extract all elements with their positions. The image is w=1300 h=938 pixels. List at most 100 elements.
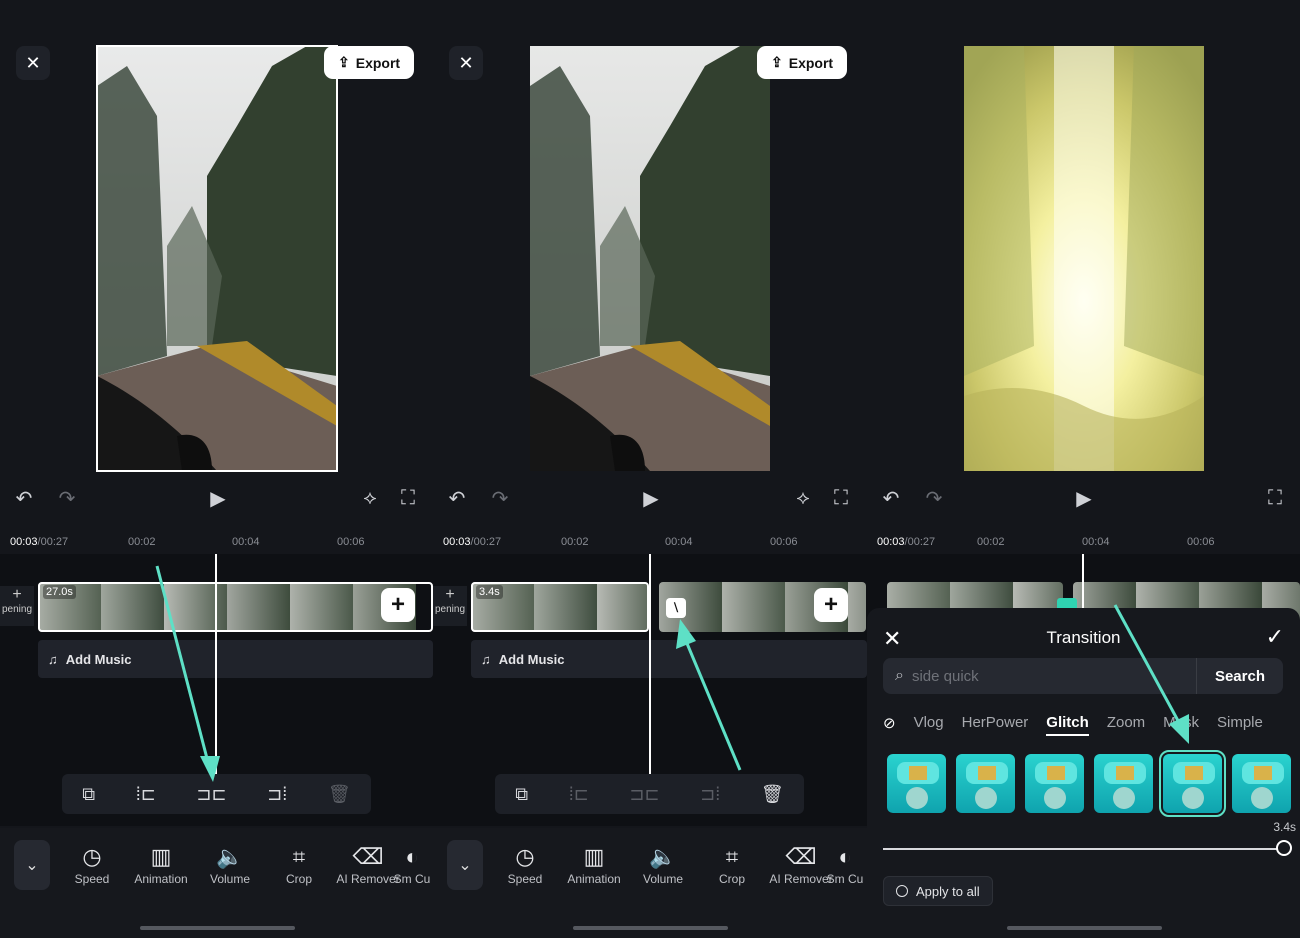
tick-label: 00:04 <box>232 536 260 548</box>
add-clip-button[interactable]: + <box>814 588 848 622</box>
video-frame[interactable] <box>964 46 1204 471</box>
speed-icon: ◷ <box>515 844 535 869</box>
collapse-button[interactable]: ⌄ <box>14 840 50 890</box>
video-frame[interactable] <box>96 45 338 472</box>
search-icon: ⌕ <box>895 667 904 684</box>
playhead[interactable] <box>1082 554 1084 608</box>
add-opening-button[interactable]: + pening <box>433 586 467 626</box>
export-button[interactable]: ⇪ Export <box>757 46 848 79</box>
redo-icon[interactable]: ↷ <box>55 486 79 510</box>
undo-icon[interactable]: ↶ <box>12 486 36 510</box>
close-button[interactable]: ✕ <box>16 46 50 80</box>
tick-label: 00:02 <box>561 536 589 548</box>
transition-thumbnail[interactable] <box>1025 754 1084 813</box>
timeline[interactable]: + pening 3.4s ⧵ + ♫ Add Music ⧉ ⁞⊏ ⊐⊏ ⊐⁞ 🗑 <box>433 554 867 826</box>
clip-edit-toolbar: ⧉ ⁞⊏ ⊐⊏ ⊐⁞ 🗑 <box>495 774 804 814</box>
home-indicator <box>1006 926 1162 930</box>
transition-thumbnail[interactable] <box>887 754 946 813</box>
none-icon[interactable]: ⊘ <box>883 714 896 736</box>
split-left-icon[interactable]: ⁞⊏ <box>569 784 589 805</box>
transition-thumbnail[interactable] <box>1094 754 1153 813</box>
chevron-down-icon: ⌄ <box>25 857 39 874</box>
smart-cutout-icon: ◐ <box>405 844 419 869</box>
magic-keyframe-icon[interactable]: ⟡ <box>357 486 383 510</box>
tick-label: 00:06 <box>770 536 798 548</box>
clip-thumbnail <box>534 582 597 632</box>
add-music-track[interactable]: ♫ Add Music <box>38 640 433 678</box>
play-icon[interactable]: ▶ <box>206 486 230 510</box>
split-right-icon[interactable]: ⊐⁞ <box>267 784 287 805</box>
fullscreen-icon[interactable]: ⛶ <box>396 486 420 510</box>
play-icon[interactable]: ▶ <box>1072 486 1096 510</box>
video-clip-selected[interactable]: 3.4s <box>471 582 649 632</box>
undo-icon[interactable]: ↶ <box>879 486 903 510</box>
add-opening-button[interactable]: + pening <box>0 586 34 626</box>
forest-road-image <box>530 46 770 471</box>
duration-slider[interactable] <box>883 840 1292 856</box>
close-button[interactable]: ✕ <box>449 46 483 80</box>
fullscreen-icon[interactable]: ⛶ <box>1263 486 1287 510</box>
crop-tool[interactable]: ⌗ Crop <box>264 844 334 886</box>
apply-to-all-button[interactable]: Apply to all <box>883 876 993 906</box>
transition-search: ⌕ side quick Search <box>883 658 1283 694</box>
clip-duration: 27.0s <box>43 585 76 599</box>
playhead[interactable] <box>649 554 651 774</box>
speed-tool[interactable]: ◷ Speed <box>490 844 560 886</box>
undo-icon[interactable]: ↶ <box>445 486 469 510</box>
speed-tool[interactable]: ◷ Speed <box>57 844 127 886</box>
annotation-arrow <box>155 565 220 782</box>
video-clip[interactable]: 27.0s <box>38 582 433 632</box>
bottom-toolbar: ⌄ ◷ Speed ▥ Animation 🔈 Volume ⌗ Crop ⌫ AI Re… <box>0 828 433 938</box>
split-right-icon[interactable]: ⊐⁞ <box>700 784 720 805</box>
plus-icon: + <box>12 586 22 603</box>
delete-icon[interactable]: 🗑 <box>761 784 784 805</box>
delete-icon[interactable]: 🗑 <box>328 784 351 805</box>
fullscreen-icon[interactable]: ⛶ <box>829 486 853 510</box>
split-icon[interactable]: ⊐⊏ <box>629 784 659 805</box>
plus-icon: + <box>445 586 455 603</box>
slider-knob[interactable] <box>1276 840 1292 856</box>
video-frame[interactable] <box>530 46 770 471</box>
add-clip-button[interactable]: + <box>381 588 415 622</box>
smart-cutout-tool[interactable]: ◐ Sm Cu <box>392 844 432 886</box>
transition-thumbnail[interactable] <box>1232 754 1291 813</box>
clip-thumbnail <box>227 582 290 632</box>
tab-simple[interactable]: Simple <box>1217 714 1263 736</box>
animation-tool[interactable]: ▥ Animation <box>126 844 196 886</box>
animation-icon: ▥ <box>150 844 172 869</box>
volume-tool[interactable]: 🔈 Volume <box>195 844 265 886</box>
transition-list <box>887 750 1291 817</box>
animation-tool[interactable]: ▥ Animation <box>559 844 629 886</box>
redo-icon[interactable]: ↷ <box>922 486 946 510</box>
tick-label: 00:04 <box>665 536 693 548</box>
tab-herpower[interactable]: HerPower <box>962 714 1029 736</box>
tick-label: 00:06 <box>337 536 365 548</box>
redo-icon[interactable]: ↷ <box>488 486 512 510</box>
home-indicator <box>573 926 728 930</box>
collapse-button[interactable]: ⌄ <box>447 840 483 890</box>
tab-glitch[interactable]: Glitch <box>1046 714 1089 736</box>
volume-tool[interactable]: 🔈 Volume <box>628 844 698 886</box>
transition-thumbnail-selected[interactable] <box>1159 750 1226 817</box>
export-button[interactable]: ⇪ Export <box>324 46 415 79</box>
category-tabs: ⊘ Vlog HerPower Glitch Zoom Mask Simple <box>883 714 1263 736</box>
magic-keyframe-icon[interactable]: ⟡ <box>790 486 816 510</box>
crop-icon: ⌗ <box>725 844 739 869</box>
duplicate-icon[interactable]: ⧉ <box>82 784 95 805</box>
music-note-icon: ♫ <box>481 651 491 667</box>
tab-vlog[interactable]: Vlog <box>914 714 944 736</box>
crop-tool[interactable]: ⌗ Crop <box>697 844 767 886</box>
video-preview: ✕ ⇪ Export ↶ ↷ ▶ ⟡ ⛶ <box>0 0 433 525</box>
transition-sheet: ✕ Transition ✓ ⌕ side quick Search ⊘ Vlo… <box>867 608 1300 938</box>
check-icon[interactable]: ✓ <box>1266 624 1284 650</box>
bottom-toolbar: ⌄ ◷ Speed ▥ Animation 🔈 Volume ⌗ Crop ⌫ AI Re… <box>433 828 867 938</box>
upload-icon: ⇪ <box>338 54 350 70</box>
play-icon[interactable]: ▶ <box>639 486 663 510</box>
tick-label: 00:04 <box>1082 536 1110 548</box>
search-button[interactable]: Search <box>1195 658 1283 694</box>
clip-thumbnail <box>290 582 353 632</box>
transition-icon: ⧵ <box>673 600 679 615</box>
transition-thumbnail[interactable] <box>956 754 1015 813</box>
duplicate-icon[interactable]: ⧉ <box>515 784 528 805</box>
smart-cutout-tool[interactable]: ◐ Sm Cu <box>825 844 865 886</box>
